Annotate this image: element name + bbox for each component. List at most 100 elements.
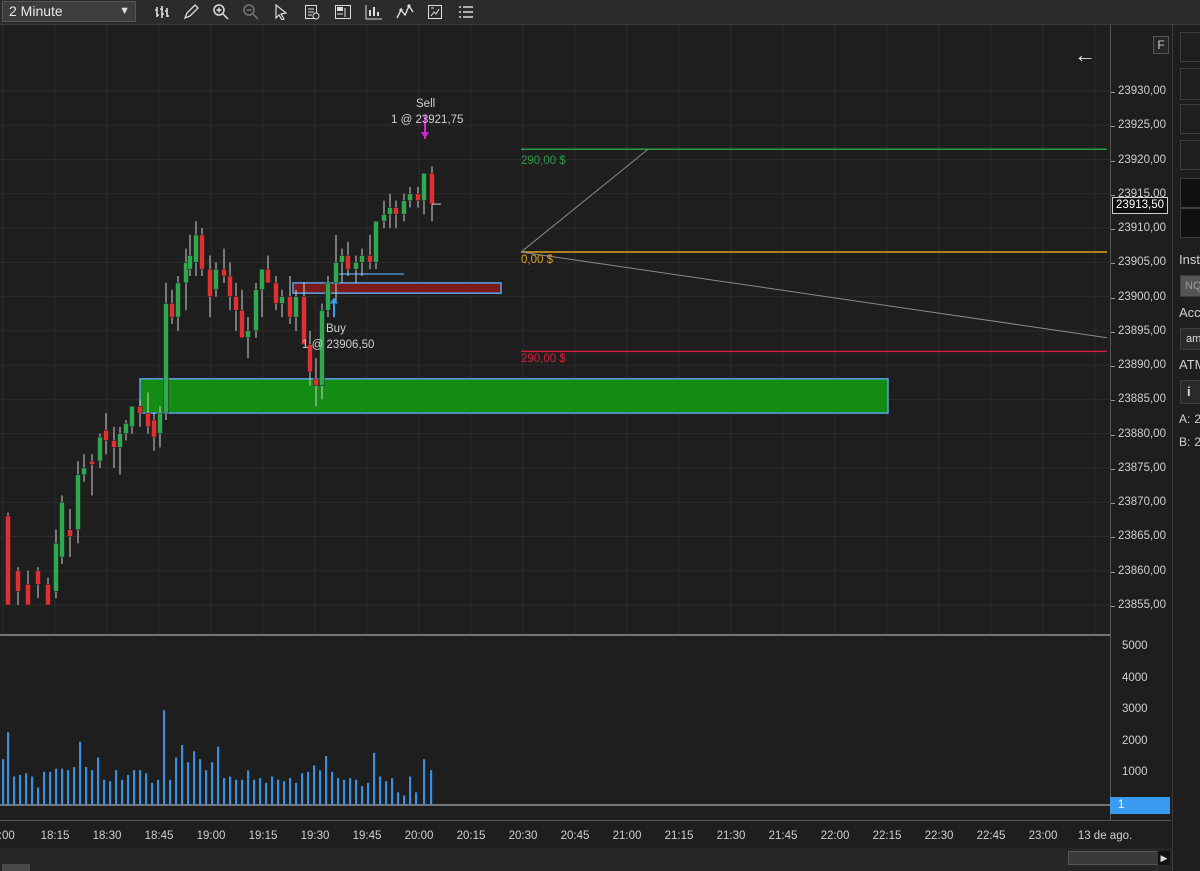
ask-label: A: 2 (1179, 412, 1200, 426)
volume-bar (307, 771, 310, 805)
volume-bar (133, 770, 136, 805)
indicators-icon[interactable] (395, 2, 415, 22)
scroll-left-handle[interactable] (2, 864, 30, 871)
volume-bar (235, 779, 238, 805)
candle-up (421, 172, 427, 201)
volume-bar (25, 773, 28, 805)
price-chart-area[interactable] (0, 25, 1110, 820)
bar-type-icon[interactable] (152, 2, 172, 22)
candle-down (111, 440, 117, 448)
current-price-marker: 23913,50 (1112, 197, 1168, 214)
volume-bar (217, 746, 220, 805)
templates-icon[interactable] (425, 2, 445, 22)
zoom-in-icon[interactable] (211, 2, 231, 22)
time-tick-label: 19:45 (352, 830, 382, 842)
volume-bar (319, 770, 322, 805)
time-tick-label: 19:30 (300, 830, 330, 842)
side-button-2[interactable] (1180, 68, 1200, 100)
volume-bar (19, 774, 22, 805)
time-tick-label: 18:15 (40, 830, 70, 842)
volume-bar (205, 770, 208, 805)
price-tick-label: 23925,00 (1118, 119, 1166, 132)
zoom-out-icon[interactable] (241, 2, 261, 22)
price-axis[interactable] (1110, 25, 1171, 820)
buy-label: Buy (326, 323, 346, 335)
volume-bar (169, 779, 172, 805)
volume-bar (67, 770, 70, 805)
volume-tick-label: 1000 (1122, 766, 1148, 779)
scroll-right-icon[interactable]: ▶ (1158, 851, 1170, 865)
volume-bar (13, 776, 16, 805)
stop-pnl-label: 290,00 $ (521, 353, 566, 365)
price-tick-label: 23900,00 (1118, 290, 1166, 303)
list-icon[interactable] (456, 2, 476, 22)
candle-up (333, 262, 339, 284)
price-tick-mark (1111, 126, 1115, 128)
volume-bar (175, 757, 178, 805)
current-volume-marker: 1 (1110, 797, 1170, 814)
bid-value: 2 (1194, 435, 1200, 449)
horizontal-scrollbar[interactable]: ▶ (0, 848, 1172, 871)
candle-down (151, 419, 157, 438)
candle-up (253, 289, 259, 332)
price-tick-mark (1111, 331, 1115, 333)
side-button-3[interactable] (1180, 104, 1200, 134)
ask-value: 2 (1194, 412, 1200, 426)
price-tick-mark (1111, 468, 1115, 470)
candle-up (193, 234, 199, 263)
time-tick-label: 21:00 (612, 830, 642, 842)
strategies-icon[interactable] (364, 2, 384, 22)
candle-up (359, 255, 365, 263)
entry-pnl-label: 0,00 $ (521, 254, 553, 266)
timeframe-select[interactable]: 2 Minute ▼ (2, 1, 136, 22)
instrument-field[interactable]: NQ (1180, 275, 1200, 297)
volume-bar (361, 786, 364, 805)
projection-line (520, 251, 1108, 339)
atm-label: ATM (1179, 357, 1200, 372)
volume-bar (223, 778, 226, 805)
pencil-icon[interactable] (181, 2, 201, 22)
volume-bar (2, 759, 5, 805)
time-tick-label: 13 de ago. (1077, 830, 1133, 842)
candle-down (25, 584, 31, 606)
price-tick-label: 23930,00 (1118, 85, 1166, 97)
chart-properties-icon[interactable] (333, 2, 353, 22)
info-icon[interactable]: i (1180, 380, 1200, 404)
candle-down (145, 412, 151, 428)
volume-bar (343, 779, 346, 805)
price-tick-mark (1111, 160, 1115, 162)
volume-bar (157, 779, 160, 805)
volume-tick-label: 3000 (1122, 703, 1148, 716)
side-button-5[interactable] (1180, 178, 1200, 208)
volume-bar (265, 782, 268, 805)
volume-bar (127, 774, 130, 805)
volume-bar (259, 778, 262, 805)
candle-up (259, 268, 265, 290)
volume-bar (199, 759, 202, 805)
candle-down (239, 310, 245, 338)
back-arrow-icon[interactable]: ← (1074, 42, 1096, 68)
side-button-4[interactable] (1180, 140, 1200, 170)
supply-zone (292, 282, 502, 294)
ask-label-text: A: (1179, 412, 1191, 426)
side-button-6[interactable] (1180, 208, 1200, 238)
candle-down (233, 296, 239, 311)
account-field[interactable]: am (1180, 328, 1200, 350)
side-button-1[interactable] (1180, 32, 1200, 62)
candle-down (5, 515, 11, 606)
volume-bar (277, 779, 280, 805)
data-box-icon[interactable] (302, 2, 322, 22)
scrollbar-thumb[interactable] (1068, 851, 1160, 865)
bid-label: B: 2 (1179, 435, 1200, 449)
volume-bar (187, 762, 190, 805)
volume-bar (103, 779, 106, 805)
panel-letter-box[interactable]: F (1153, 36, 1169, 54)
pointer-icon[interactable] (271, 2, 291, 22)
time-tick-label: 20:30 (508, 830, 538, 842)
price-tick-label: 23860,00 (1118, 564, 1166, 577)
candle-up (75, 474, 81, 530)
candle-up (245, 330, 251, 338)
volume-bar (295, 782, 298, 805)
account-label: Acc (1179, 305, 1200, 320)
candle-down (345, 255, 351, 270)
